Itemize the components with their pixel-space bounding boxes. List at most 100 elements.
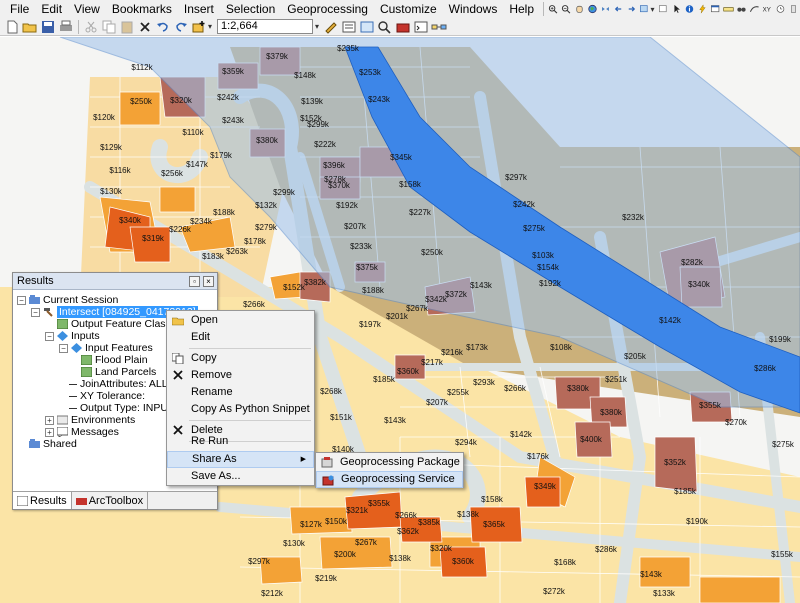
tree-node-flood-plain[interactable]: Flood Plain bbox=[81, 354, 148, 366]
menu-insert[interactable]: Insert bbox=[178, 0, 220, 18]
tree-node-join-attributes[interactable]: JoinAttributes: ALL bbox=[69, 378, 168, 390]
menu-geoprocessing[interactable]: Geoprocessing bbox=[281, 0, 374, 18]
cut-icon[interactable] bbox=[83, 20, 99, 34]
python-window-icon[interactable] bbox=[413, 20, 429, 34]
parcel-value-label: $138k bbox=[389, 554, 412, 563]
tree-node-output-type[interactable]: Output Type: INPUT bbox=[69, 402, 174, 414]
tree-node-inputs[interactable]: − Inputs bbox=[45, 330, 100, 342]
menu-item-save-as[interactable]: Save As... bbox=[167, 468, 314, 485]
paste-icon[interactable] bbox=[119, 20, 135, 34]
toolbar-overflow-icon[interactable] bbox=[788, 2, 799, 16]
menu-selection[interactable]: Selection bbox=[220, 0, 281, 18]
editor-toolbar-icon[interactable] bbox=[323, 20, 339, 34]
tree-node-current-session[interactable]: − Current Session bbox=[17, 294, 118, 306]
identify-icon[interactable] bbox=[684, 2, 695, 16]
catalog-icon[interactable] bbox=[359, 20, 375, 34]
parcel-value-label: $232k bbox=[622, 213, 645, 222]
menu-file[interactable]: File bbox=[4, 0, 35, 18]
tree-node-output-feature-class[interactable]: Output Feature Class: P bbox=[57, 318, 184, 330]
measure-ruler-icon[interactable] bbox=[723, 2, 734, 16]
tree-label: Environments bbox=[71, 414, 136, 426]
menu-item-copy[interactable]: Copy bbox=[167, 350, 314, 367]
parcel-value-label: $372k bbox=[445, 290, 468, 299]
menu-help[interactable]: Help bbox=[503, 0, 540, 18]
menu-edit[interactable]: Edit bbox=[35, 0, 68, 18]
table-of-contents-icon[interactable] bbox=[341, 20, 357, 34]
delete-icon[interactable] bbox=[137, 20, 153, 34]
collapse-icon[interactable]: − bbox=[31, 307, 40, 317]
fixed-zoom-icon[interactable] bbox=[600, 2, 611, 16]
scale-dropdown-icon[interactable]: ▾ bbox=[315, 22, 319, 31]
results-title-bar[interactable]: Results ▫ × bbox=[13, 273, 217, 290]
menu-item-geoprocessing-service[interactable]: Geoprocessing Service bbox=[316, 471, 463, 488]
html-popup-icon[interactable] bbox=[710, 2, 721, 16]
new-document-icon[interactable] bbox=[4, 20, 20, 34]
tree-node-land-parcels[interactable]: Land Parcels bbox=[81, 366, 156, 378]
tab-arctoolbox[interactable]: ArcToolbox bbox=[72, 492, 149, 509]
go-to-xy-icon[interactable]: XY bbox=[762, 2, 773, 16]
tree-node-shared[interactable]: Shared bbox=[29, 438, 77, 450]
expand-icon[interactable]: + bbox=[45, 415, 54, 425]
hyperlink-lightning-icon[interactable] bbox=[697, 2, 708, 16]
menu-label: Re Run bbox=[191, 435, 229, 447]
parcel-value-label: $235k bbox=[337, 44, 360, 53]
close-icon[interactable]: × bbox=[203, 275, 214, 287]
expand-icon[interactable]: + bbox=[45, 427, 54, 437]
select-features-icon[interactable] bbox=[639, 2, 650, 16]
parcel-value-label: $143k bbox=[384, 416, 407, 425]
tree-node-input-features[interactable]: − Input Features bbox=[59, 342, 153, 354]
parcel-value-label: $185k bbox=[674, 487, 697, 496]
menu-item-re-run[interactable]: Re Run bbox=[167, 433, 314, 450]
tab-results[interactable]: Results bbox=[13, 492, 72, 509]
tree-node-messages[interactable]: + Messages bbox=[45, 426, 119, 438]
find-route-icon[interactable] bbox=[749, 2, 760, 16]
full-extent-globe-icon[interactable] bbox=[587, 2, 598, 16]
print-icon[interactable] bbox=[58, 20, 74, 34]
menu-item-rename[interactable]: Rename bbox=[167, 384, 314, 401]
menu-item-copy-as-python-snippet[interactable]: Copy As Python Snippet bbox=[167, 401, 314, 418]
time-slider-icon[interactable] bbox=[775, 2, 786, 16]
arctoolbox-icon[interactable] bbox=[395, 20, 411, 34]
map-scale-input[interactable]: 1:2,664 bbox=[217, 19, 314, 34]
menu-item-edit[interactable]: Edit bbox=[167, 329, 314, 346]
forward-arrow-icon[interactable] bbox=[626, 2, 637, 16]
select-dropdown-icon[interactable]: ▾ bbox=[650, 5, 654, 14]
menu-view[interactable]: View bbox=[68, 0, 106, 18]
autohide-pin-icon[interactable]: ▫ bbox=[189, 275, 200, 287]
menu-item-geoprocessing-package[interactable]: Geoprocessing Package bbox=[316, 454, 463, 471]
undo-icon[interactable] bbox=[155, 20, 171, 34]
find-binoculars-icon[interactable] bbox=[736, 2, 747, 16]
menu-item-share-as[interactable]: Share As ▶ bbox=[167, 451, 314, 468]
search-window-icon[interactable] bbox=[377, 20, 393, 34]
open-folder-icon[interactable] bbox=[22, 20, 38, 34]
parcel-value-label: $142k bbox=[510, 430, 533, 439]
select-elements-pointer-icon[interactable] bbox=[671, 2, 682, 16]
collapse-icon[interactable]: − bbox=[45, 331, 54, 341]
tree-node-xy-tolerance[interactable]: XY Tolerance: bbox=[69, 390, 145, 402]
zoom-out-icon[interactable] bbox=[561, 2, 572, 16]
parcel-value-label: $250k bbox=[130, 97, 153, 106]
collapse-icon[interactable]: − bbox=[17, 295, 26, 305]
menu-label: Copy bbox=[191, 352, 217, 364]
collapse-icon[interactable]: − bbox=[59, 343, 68, 353]
menu-windows[interactable]: Windows bbox=[443, 0, 504, 18]
tree-node-environments[interactable]: + Environments bbox=[45, 414, 135, 426]
pan-hand-icon[interactable] bbox=[574, 2, 585, 16]
parcel-value-label: $142k bbox=[659, 316, 682, 325]
back-arrow-icon[interactable] bbox=[613, 2, 624, 16]
parcel-value-label: $242k bbox=[513, 200, 536, 209]
menu-item-remove[interactable]: Remove bbox=[167, 367, 314, 384]
redo-icon[interactable] bbox=[173, 20, 189, 34]
menu-item-open[interactable]: Open bbox=[167, 312, 314, 329]
zoom-in-icon[interactable] bbox=[548, 2, 559, 16]
add-data-icon[interactable] bbox=[191, 20, 207, 34]
clear-selection-icon[interactable] bbox=[658, 2, 669, 16]
menu-customize[interactable]: Customize bbox=[374, 0, 443, 18]
model-builder-icon[interactable] bbox=[431, 20, 447, 34]
add-data-dropdown-icon[interactable]: ▾ bbox=[208, 22, 212, 31]
save-icon[interactable] bbox=[40, 20, 56, 34]
tree-label: Shared bbox=[43, 438, 77, 450]
copy-icon[interactable] bbox=[101, 20, 117, 34]
menu-bookmarks[interactable]: Bookmarks bbox=[106, 0, 178, 18]
parcel-value-label: $110k bbox=[182, 128, 204, 137]
